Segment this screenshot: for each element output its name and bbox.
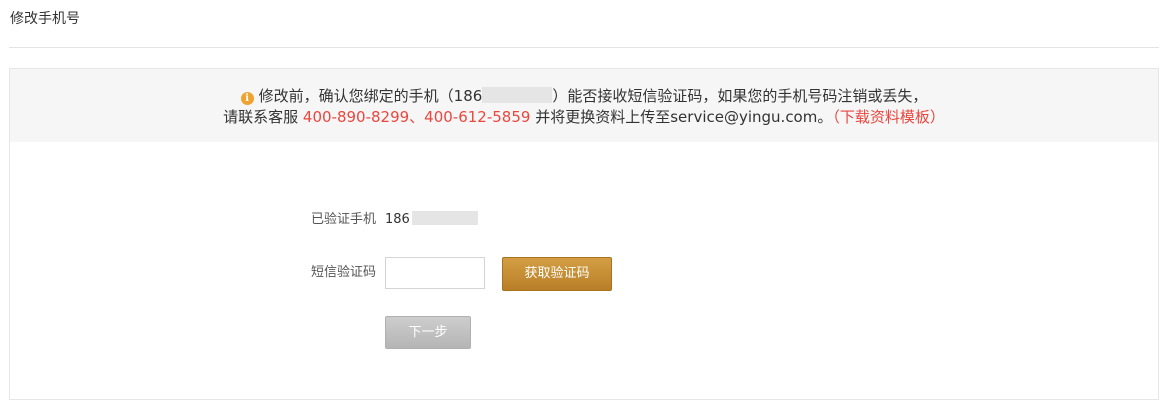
verified-phone-prefix: 186 — [385, 212, 410, 227]
notice-text-before-phone: 修改前，确认您绑定的手机（ — [258, 87, 454, 105]
masked-phone-digits — [411, 211, 478, 225]
verified-phone-value: 186 — [385, 211, 478, 229]
notice-text-after-phone: ）能否接收短信验证码，如果您的手机号码注销或丢失， — [552, 87, 928, 105]
download-template-link[interactable]: （下载资料模板） — [832, 108, 945, 126]
notice-banner: i 修改前，确认您绑定的手机（186 ）能否接收短信验证码，如果您的手机号码注销或丢… — [10, 69, 1158, 142]
next-step-button[interactable]: 下一步 — [385, 316, 471, 349]
masked-phone-digits — [482, 87, 553, 103]
get-verification-code-button[interactable]: 获取验证码 — [502, 257, 612, 291]
sms-code-label: 短信验证码 — [310, 265, 376, 280]
sms-code-input[interactable] — [385, 257, 485, 289]
upload-instruction-text: 并将更换资料上传至service@yingu.com。 — [535, 108, 833, 126]
change-phone-panel: i 修改前，确认您绑定的手机（186 ）能否接收短信验证码，如果您的手机号码注销或丢… — [9, 68, 1159, 400]
contact-support-text: 请联系客服 — [223, 108, 299, 126]
verified-phone-label: 已验证手机 — [310, 212, 376, 227]
notice-line-2: 请联系客服 400-890-8299、400-612-5859 并将更换资料上传… — [10, 106, 1158, 129]
page-title: 修改手机号 — [10, 11, 80, 27]
notice-phone-prefix: 186 — [453, 87, 483, 105]
notice-line-1: i 修改前，确认您绑定的手机（186 ）能否接收短信验证码，如果您的手机号码注销或丢… — [10, 85, 1158, 108]
info-icon: i — [240, 92, 254, 105]
support-hotlines: 400-890-8299、400-612-5859 — [302, 108, 531, 126]
title-divider — [9, 47, 1159, 48]
